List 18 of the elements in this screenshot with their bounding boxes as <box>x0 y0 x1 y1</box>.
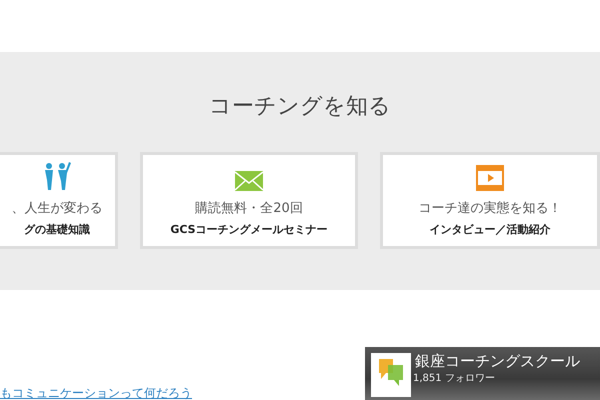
film-play-icon <box>476 165 504 191</box>
card-caption: 購読無料・全20回 <box>195 200 303 218</box>
article-link[interactable]: もコミュニケーションって何だろう <box>0 384 192 400</box>
envelope-icon <box>235 171 263 191</box>
card-caption: コーチ達の実態を知る！ <box>418 200 562 218</box>
social-banner[interactable]: 銀座コーチングスクール 1,851 フォロワー <box>365 347 600 400</box>
people-icon <box>43 161 71 191</box>
card-title: インタビュー／活動紹介 <box>430 222 550 238</box>
link-card[interactable]: コーチ達の実態を知る！ インタビュー／活動紹介 <box>380 152 600 249</box>
section-title: コーチングを知る <box>208 93 392 121</box>
card-title: GCSコーチングメールセミナー <box>170 222 328 238</box>
card-caption: 、人生が変わる <box>12 200 102 218</box>
speech-bubbles-logo-icon <box>371 353 411 397</box>
page-name: 銀座コーチングスクール <box>415 351 580 372</box>
follower-count: 1,851 フォロワー <box>413 372 495 386</box>
link-card[interactable]: 、人生が変わる グの基礎知識 <box>0 152 118 249</box>
link-card[interactable]: 購読無料・全20回 GCSコーチングメールセミナー <box>140 152 358 249</box>
card-title: グの基礎知識 <box>24 222 90 238</box>
